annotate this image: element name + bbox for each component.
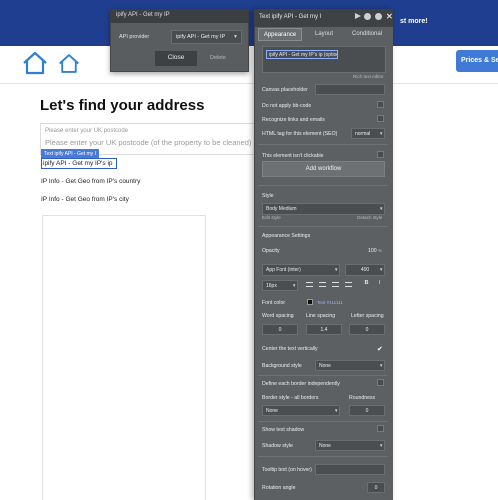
chevron-down-icon: ▼ xyxy=(379,206,384,211)
house-icon[interactable] xyxy=(58,53,80,74)
chevron-down-icon: ▼ xyxy=(233,34,238,40)
banner-text: st more! xyxy=(400,18,428,25)
border-independent-label: Define each border independently xyxy=(262,381,340,387)
play-icon[interactable] xyxy=(355,13,361,19)
divider xyxy=(258,144,388,145)
roundness-input[interactable]: 0 xyxy=(349,405,385,416)
letter-spacing-input[interactable]: 0 xyxy=(349,324,385,335)
word-spacing-label: Word spacing xyxy=(262,313,294,319)
border-style-label: Border style - all borders xyxy=(262,395,319,401)
border-style-select[interactable]: None xyxy=(262,405,340,416)
popup-title[interactable]: ipify API - Get my IP xyxy=(110,9,249,23)
chevron-down-icon: ▼ xyxy=(379,363,384,368)
checkmark-icon[interactable]: ✔ xyxy=(377,345,383,353)
shadow-style-select[interactable]: None xyxy=(315,440,385,451)
no-bb-code-checkbox[interactable] xyxy=(377,101,384,108)
api-provider-select[interactable]: ipify API - Get my IP xyxy=(171,30,242,44)
empty-group[interactable] xyxy=(42,215,206,500)
postcode-label: Please enter your UK postcode xyxy=(45,128,129,134)
detach-style-link[interactable]: Detach style xyxy=(357,215,382,220)
page-title: Let's find your address xyxy=(40,97,205,114)
editor-title[interactable]: Text ipify API - Get my I xyxy=(254,9,393,27)
tab-conditional[interactable]: Conditional xyxy=(347,28,387,41)
close-icon[interactable]: ✕ xyxy=(386,12,393,21)
divider xyxy=(258,185,388,186)
selected-element-tag: Text ipify API - Get my I xyxy=(41,149,99,158)
chevron-down-icon: ▼ xyxy=(334,408,339,413)
word-spacing-input[interactable]: 0 xyxy=(262,324,298,335)
text-shadow-label: Show text shadow xyxy=(262,427,305,433)
delete-button[interactable]: Delete xyxy=(210,55,226,61)
font-color-swatch[interactable] xyxy=(307,299,313,305)
edit-style-link[interactable]: Edit style xyxy=(262,215,281,220)
postcode-placeholder: Please enter your UK postcode (of the pr… xyxy=(45,138,252,147)
appearance-settings-label: Appearance Settings xyxy=(262,233,311,239)
tooltip-input[interactable] xyxy=(315,464,385,475)
text-shadow-checkbox[interactable] xyxy=(377,425,384,432)
letter-spacing-label: Letter spacing xyxy=(351,313,384,319)
api-provider-label: API provider xyxy=(119,34,150,40)
chevron-down-icon: ▼ xyxy=(379,443,384,448)
align-right-icon[interactable] xyxy=(332,282,339,287)
italic-button[interactable]: I xyxy=(375,280,384,289)
house-icon[interactable] xyxy=(22,51,48,75)
help-icon[interactable] xyxy=(375,13,382,20)
font-family-select[interactable]: App Font (inter) xyxy=(262,264,340,276)
align-justify-icon[interactable] xyxy=(345,282,352,287)
ip-country-text[interactable]: IP Info - Get Geo from IP's country xyxy=(41,178,140,185)
not-clickable-label: This element isn't clickable xyxy=(262,153,324,159)
align-center-icon[interactable] xyxy=(319,282,326,287)
font-color-value[interactable]: Text #111111 xyxy=(317,300,343,305)
style-select[interactable]: Body Medium xyxy=(262,203,385,215)
no-bb-code-label: Do not apply bb-code xyxy=(262,103,312,109)
font-color-label: Font color xyxy=(262,300,286,306)
chevron-down-icon: ▼ xyxy=(379,131,384,136)
opacity-value[interactable]: 100 xyxy=(368,248,377,254)
prices-services-button[interactable]: Prices & Se xyxy=(456,50,498,72)
shadow-style-label: Shadow style xyxy=(262,443,293,449)
bold-button[interactable]: B xyxy=(362,280,371,289)
background-style-select[interactable]: None xyxy=(315,360,385,371)
divider xyxy=(258,421,388,422)
chevron-down-icon: ▼ xyxy=(379,267,384,272)
tab-layout[interactable]: Layout xyxy=(305,28,343,41)
align-left-icon[interactable] xyxy=(306,282,313,287)
header-divider xyxy=(0,83,498,84)
background-style-label: Background style xyxy=(262,363,302,369)
recognize-links-label: Recognize links and emails xyxy=(262,117,325,123)
canvas-placeholder-label: Canvas placeholder xyxy=(262,87,308,93)
roundness-label: Roundness xyxy=(349,395,376,401)
border-independent-checkbox[interactable] xyxy=(377,379,384,386)
chevron-down-icon: ▼ xyxy=(292,283,297,288)
divider xyxy=(258,456,388,457)
divider xyxy=(258,375,388,376)
add-workflow-button[interactable]: Add workflow xyxy=(262,161,385,177)
divider xyxy=(258,226,388,227)
style-label: Style xyxy=(262,193,274,199)
close-button[interactable]: Close xyxy=(155,51,197,66)
rich-text-editor-link[interactable]: Rich text editor xyxy=(353,74,384,79)
not-clickable-checkbox[interactable] xyxy=(377,151,384,158)
canvas-placeholder-input[interactable] xyxy=(315,84,385,95)
center-vertically-label: Center the text vertically xyxy=(262,346,318,352)
dynamic-expression[interactable]: ipify API - Get my IP's ip (option) xyxy=(266,50,338,59)
rotation-label: Rotation angle xyxy=(262,485,296,491)
opacity-label: Opacity xyxy=(262,248,280,254)
line-spacing-input[interactable]: 1.4 xyxy=(306,324,342,335)
selected-text-element[interactable]: ipify API - Get my IP's ip xyxy=(41,158,117,169)
html-tag-label: HTML tag for this element (SEO) xyxy=(262,131,338,137)
tab-appearance[interactable]: Appearance xyxy=(258,28,302,41)
tooltip-label: Tooltip text (on hover) xyxy=(262,467,312,473)
rotation-input[interactable]: 0 xyxy=(367,482,385,493)
ip-city-text[interactable]: IP Info - Get Geo from IP's city xyxy=(41,196,129,203)
recognize-links-checkbox[interactable] xyxy=(377,115,384,122)
chevron-down-icon: ▼ xyxy=(334,267,339,272)
opacity-unit: % xyxy=(378,248,383,253)
line-spacing-label: Line spacing xyxy=(306,313,336,319)
info-icon[interactable] xyxy=(364,13,371,20)
